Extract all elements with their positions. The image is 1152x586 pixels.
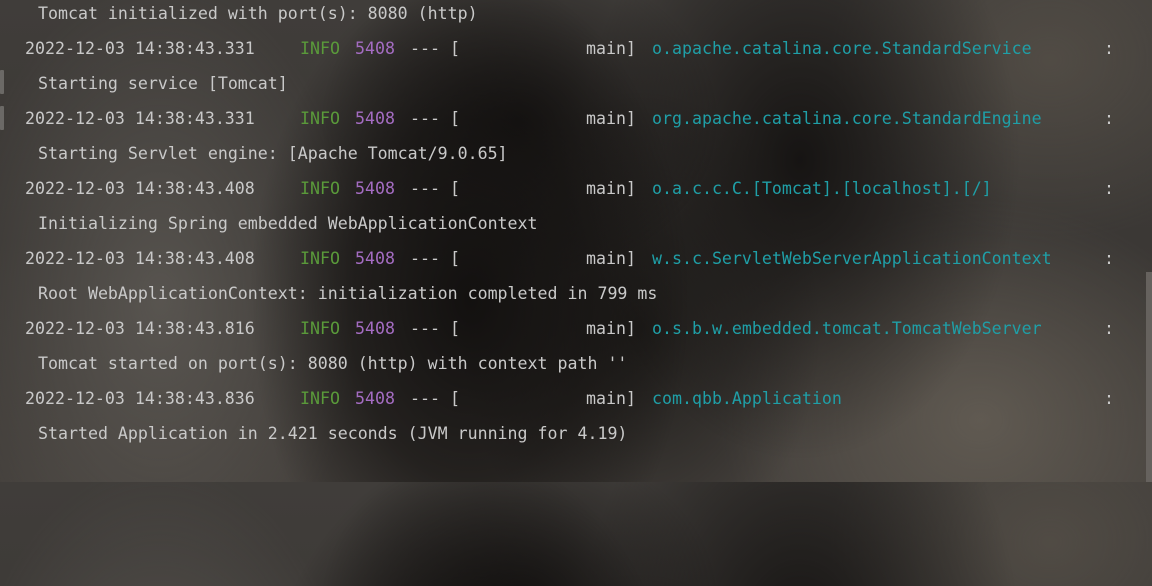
log-message: Tomcat started on port(s): 8080 (http) w… [38,354,628,373]
log-timestamp: 2022-12-03 14:38:43.331 [25,109,255,128]
log-entry: 2022-12-03 14:38:43.331 INFO 5408 --- [ … [0,108,1146,130]
log-thread: main] [586,179,636,198]
log-entry: 2022-12-03 14:38:43.331 INFO 5408 --- [ … [0,38,1146,60]
log-timestamp: 2022-12-03 14:38:43.408 [25,179,255,198]
log-timestamp: 2022-12-03 14:38:43.408 [25,249,255,268]
log-colon: : [1104,389,1114,408]
log-message: Tomcat initialized with port(s): 8080 (h… [38,4,478,23]
log-level: INFO [300,249,340,268]
vertical-scrollbar[interactable] [1146,272,1152,482]
log-pid: 5408 [355,319,395,338]
log-colon: : [1104,249,1114,268]
log-pid: 5408 [355,249,395,268]
log-entry: 2022-12-03 14:38:43.836 INFO 5408 --- [ … [0,388,1146,410]
log-level: INFO [300,319,340,338]
log-thread: main] [586,249,636,268]
console-output[interactable]: Tomcat initialized with port(s): 8080 (h… [0,0,1146,482]
log-colon: : [1104,109,1114,128]
log-separator: --- [ [410,39,460,58]
log-separator: --- [ [410,319,460,338]
log-pid: 5408 [355,109,395,128]
log-level: INFO [300,109,340,128]
log-pid: 5408 [355,39,395,58]
log-logger-link[interactable]: o.a.c.c.C.[Tomcat].[localhost].[/] [652,178,992,200]
log-thread: main] [586,389,636,408]
log-level: INFO [300,179,340,198]
log-thread: main] [586,109,636,128]
log-timestamp: 2022-12-03 14:38:43.836 [25,389,255,408]
log-logger-link[interactable]: w.s.c.ServletWebServerApplicationContext [652,248,1052,270]
log-entry: 2022-12-03 14:38:43.408 INFO 5408 --- [ … [0,248,1146,270]
log-logger-link[interactable]: o.apache.catalina.core.StandardService [652,38,1032,60]
log-pid: 5408 [355,389,395,408]
log-separator: --- [ [410,389,460,408]
log-thread: main] [586,39,636,58]
log-colon: : [1104,319,1114,338]
log-message: Initializing Spring embedded WebApplicat… [38,214,538,233]
log-separator: --- [ [410,249,460,268]
log-message: Starting service [Tomcat] [38,74,288,93]
log-separator: --- [ [410,179,460,198]
log-logger-link[interactable]: com.qbb.Application [652,388,842,410]
log-level: INFO [300,39,340,58]
log-pid: 5408 [355,179,395,198]
log-timestamp: 2022-12-03 14:38:43.331 [25,39,255,58]
log-logger-link[interactable]: org.apache.catalina.core.StandardEngine [652,108,1042,130]
log-thread: main] [586,319,636,338]
log-separator: --- [ [410,109,460,128]
log-message: Started Application in 2.421 seconds (JV… [38,424,628,443]
log-message: Starting Servlet engine: [Apache Tomcat/… [38,144,508,163]
log-entry: 2022-12-03 14:38:43.408 INFO 5408 --- [ … [0,178,1146,200]
log-timestamp: 2022-12-03 14:38:43.816 [25,319,255,338]
log-colon: : [1104,179,1114,198]
log-entry: 2022-12-03 14:38:43.816 INFO 5408 --- [ … [0,318,1146,340]
log-logger-link[interactable]: o.s.b.w.embedded.tomcat.TomcatWebServer [652,318,1042,340]
log-colon: : [1104,39,1114,58]
log-level: INFO [300,389,340,408]
log-message: Root WebApplicationContext: initializati… [38,284,658,303]
